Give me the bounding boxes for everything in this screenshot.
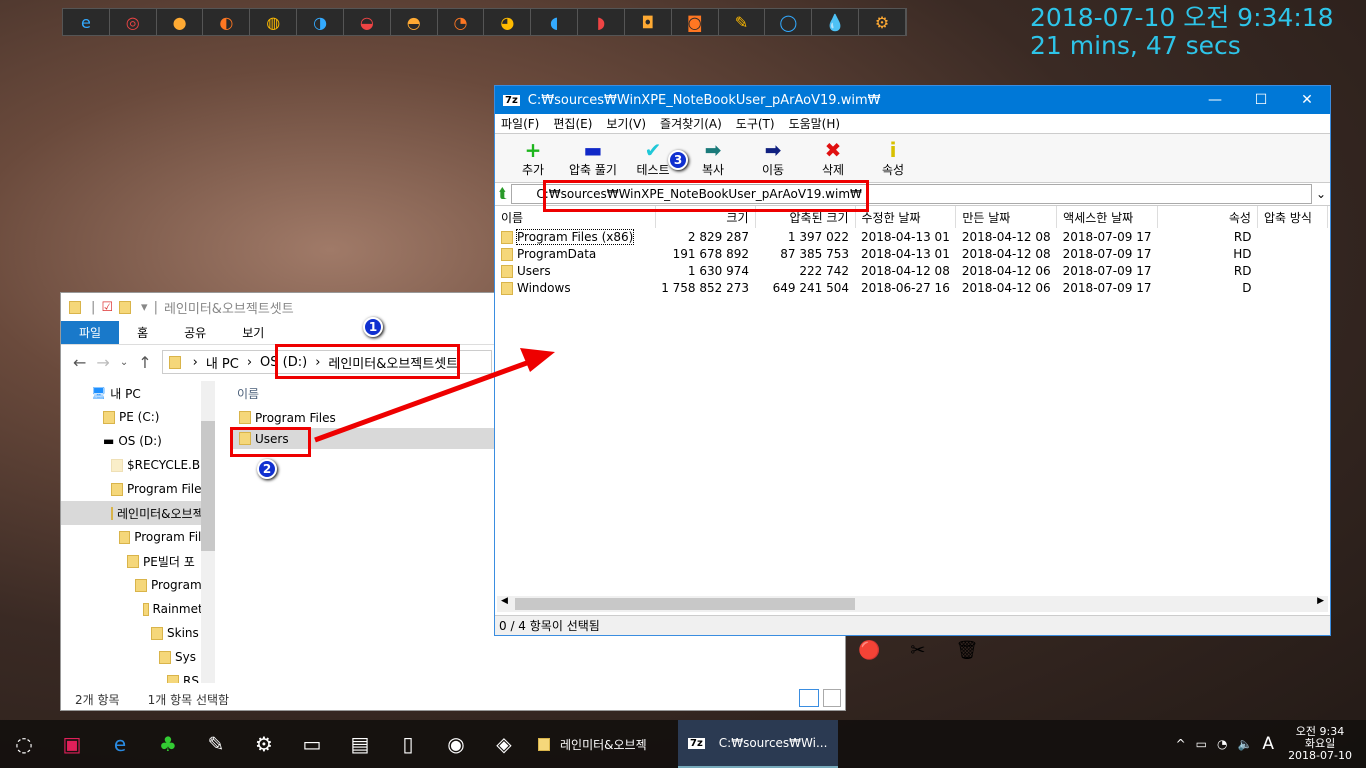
- wifi-icon[interactable]: ◔: [1217, 737, 1227, 751]
- pinned-app-icon[interactable]: ▣: [48, 732, 96, 756]
- annotation-arrow: [314, 348, 555, 443]
- start-button[interactable]: ◌: [0, 732, 48, 756]
- taskbar: ◌ ▣ e ♣ ✎ ⚙ ▭ ▤ ▯ ◉ ◈ 레인미터&오브젝 7z C:₩sour…: [0, 720, 1366, 768]
- pinned-app-icon[interactable]: ▯: [384, 732, 432, 756]
- disc-icon[interactable]: ◉: [432, 732, 480, 756]
- pinned-app-icon[interactable]: ▤: [336, 732, 384, 756]
- pinned-app-icon[interactable]: ◈: [480, 732, 528, 756]
- usb-icon[interactable]: ▭: [288, 732, 336, 756]
- taskbar-clock[interactable]: 오전 9:34 화요일 2018-07-10: [1288, 726, 1352, 762]
- ime-indicator[interactable]: A: [1262, 734, 1274, 754]
- show-hidden-icons[interactable]: ^: [1176, 737, 1186, 751]
- ie-icon[interactable]: e: [96, 732, 144, 756]
- taskbar-explorer-button[interactable]: 레인미터&오브젝: [528, 720, 678, 768]
- battery-icon[interactable]: ▭: [1196, 737, 1207, 751]
- volume-icon[interactable]: 🔈: [1237, 737, 1252, 751]
- pinned-app-icon[interactable]: ✎: [192, 732, 240, 756]
- taskbar-7zip-button[interactable]: 7z C:₩sources₩Wi...: [678, 720, 838, 768]
- annotation-number: 2: [257, 459, 277, 479]
- annotation-number: 1: [363, 317, 383, 337]
- 7zip-logo-icon: 7z: [688, 737, 705, 749]
- folder-icon: [538, 737, 550, 751]
- clover-icon[interactable]: ♣: [144, 732, 192, 756]
- annotation-number: 3: [668, 150, 688, 170]
- pinned-app-icon[interactable]: ⚙: [240, 732, 288, 756]
